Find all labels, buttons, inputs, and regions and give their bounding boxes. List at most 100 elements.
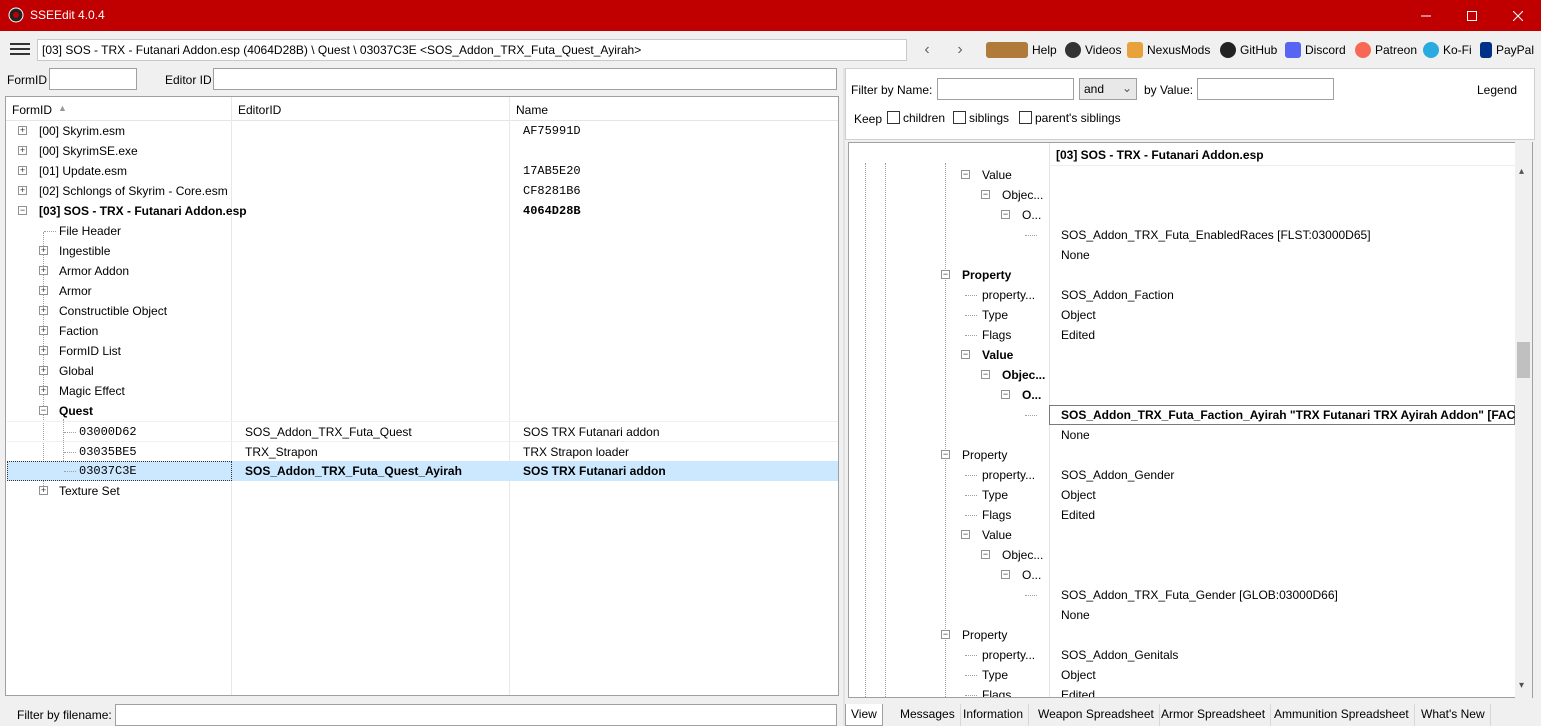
field-row[interactable]: Type Object	[849, 305, 1517, 325]
scroll-up-icon[interactable]: ▴	[1519, 166, 1524, 177]
collapse-icon[interactable]: −	[981, 550, 990, 559]
tab-view[interactable]: View	[845, 704, 883, 726]
field-row[interactable]: Flags Edited	[849, 505, 1517, 525]
operator-select[interactable]: and ⌄	[1079, 78, 1137, 100]
expand-icon[interactable]: +	[39, 246, 48, 255]
field-row[interactable]: − O...	[849, 205, 1517, 225]
parents-siblings-checkbox[interactable]: parent's siblings	[1019, 111, 1121, 125]
collapse-icon[interactable]: −	[941, 630, 950, 639]
field-row[interactable]: − Objec...	[849, 185, 1517, 205]
field-row[interactable]: − Objec...	[849, 545, 1517, 565]
column-name[interactable]: Name	[516, 103, 548, 117]
tree-row[interactable]: − [03] SOS - TRX - Futanari Addon.esp 4064…	[7, 201, 838, 221]
field-row[interactable]: − Property	[849, 265, 1517, 285]
tab-information[interactable]: Information	[958, 704, 1030, 726]
field-row[interactable]: Type Object	[849, 485, 1517, 505]
tab-weapon-spreadsheet[interactable]: Weapon Spreadsheet	[1033, 704, 1160, 726]
record-view-tree[interactable]: [03] SOS - TRX - Futanari Addon.esp − Val…	[848, 142, 1533, 698]
tree-row[interactable]: + Magic Effect	[7, 381, 838, 401]
tree-row[interactable]: + Texture Set	[7, 481, 838, 501]
tree-row[interactable]: + Armor	[7, 281, 838, 301]
field-row[interactable]: property... SOS_Addon_Genitals	[849, 645, 1517, 665]
field-row[interactable]: SOS_Addon_TRX_Futa_Gender [GLOB:03000D66…	[849, 585, 1517, 605]
field-row[interactable]: None	[849, 425, 1517, 445]
collapse-icon[interactable]: −	[1001, 570, 1010, 579]
expand-icon[interactable]: +	[39, 306, 48, 315]
tree-row[interactable]: + [00] Skyrim.esm AF75991D	[7, 121, 838, 141]
siblings-checkbox[interactable]: siblings	[953, 111, 1009, 125]
vertical-scrollbar[interactable]: ▴ ▾	[1515, 142, 1532, 698]
field-row[interactable]: − Objec...	[849, 365, 1517, 385]
forward-arrow-icon[interactable]: ›	[951, 41, 969, 59]
scrollbar-thumb[interactable]	[1517, 342, 1530, 378]
paypal-link[interactable]: PayPal	[1480, 40, 1534, 60]
tree-row[interactable]: 03000D62 SOS_Addon_TRX_Futa_Quest SOS TRX …	[7, 421, 838, 441]
expand-icon[interactable]: +	[18, 126, 27, 135]
collapse-icon[interactable]: −	[1001, 210, 1010, 219]
back-arrow-icon[interactable]: ‹	[918, 41, 936, 59]
kofi-link[interactable]: Ko-Fi	[1423, 40, 1472, 60]
column-formid[interactable]: FormID	[12, 103, 52, 117]
hamburger-menu-icon[interactable]	[10, 43, 30, 57]
collapse-icon[interactable]: −	[961, 530, 970, 539]
scroll-down-icon[interactable]: ▾	[1519, 680, 1524, 691]
collapse-icon[interactable]: −	[941, 270, 950, 279]
field-row[interactable]: property... SOS_Addon_Faction	[849, 285, 1517, 305]
legend-button[interactable]: Legend	[1477, 83, 1517, 97]
expand-icon[interactable]: +	[18, 146, 27, 155]
column-editorid[interactable]: EditorID	[238, 103, 281, 117]
field-row[interactable]: None	[849, 245, 1517, 265]
expand-icon[interactable]: +	[18, 166, 27, 175]
collapse-icon[interactable]: −	[18, 206, 27, 215]
expand-icon[interactable]: +	[39, 386, 48, 395]
field-row[interactable]: Type Object	[849, 665, 1517, 685]
expand-icon[interactable]: +	[18, 186, 27, 195]
tree-row[interactable]: + Global	[7, 361, 838, 381]
collapse-icon[interactable]: −	[941, 450, 950, 459]
tab-messages[interactable]: Messages	[895, 704, 961, 726]
field-row[interactable]: − O...	[849, 565, 1517, 585]
patreon-link[interactable]: Patreon	[1355, 40, 1417, 60]
field-row-selected[interactable]: SOS_Addon_TRX_Futa_Faction_Ayirah "TRX F…	[849, 405, 1532, 425]
by-value-input[interactable]	[1197, 78, 1334, 100]
filter-name-input[interactable]	[937, 78, 1074, 100]
tree-row[interactable]: + Faction	[7, 321, 838, 341]
videos-link[interactable]: Videos	[1065, 40, 1121, 60]
tree-row[interactable]: − Quest	[7, 401, 838, 421]
tree-row[interactable]: + Ingestible	[7, 241, 838, 261]
record-path-field[interactable]: [03] SOS - TRX - Futanari Addon.esp (406…	[37, 39, 907, 61]
field-row[interactable]: Flags Edited	[849, 325, 1517, 345]
tree-row[interactable]: + Constructible Object	[7, 301, 838, 321]
maximize-button[interactable]	[1449, 0, 1495, 31]
discord-link[interactable]: Discord	[1285, 40, 1346, 60]
field-row[interactable]: Flags Edited	[849, 685, 1517, 697]
filter-filename-input[interactable]	[115, 704, 837, 726]
field-row[interactable]: − O...	[849, 385, 1517, 405]
collapse-icon[interactable]: −	[981, 190, 990, 199]
tree-row[interactable]: + [01] Update.esm 17AB5E20	[7, 161, 838, 181]
field-row[interactable]: − Value	[849, 525, 1517, 545]
expand-icon[interactable]: +	[39, 346, 48, 355]
tab-ammunition-spreadsheet[interactable]: Ammunition Spreadsheet	[1269, 704, 1415, 726]
tree-row[interactable]: + FormID List	[7, 341, 838, 361]
field-row[interactable]: − Value	[849, 165, 1517, 185]
nexusmods-link[interactable]: NexusMods	[1127, 40, 1210, 60]
field-row[interactable]: − Property	[849, 625, 1517, 645]
tab-armor-spreadsheet[interactable]: Armor Spreadsheet	[1156, 704, 1272, 726]
field-row[interactable]: − Value	[849, 345, 1517, 365]
expand-icon[interactable]: +	[39, 286, 48, 295]
record-tree[interactable]: FormID ▲ EditorID Name + [00] Skyrim.esm A…	[5, 96, 839, 696]
tab-whats-new[interactable]: What's New	[1416, 704, 1491, 726]
field-row[interactable]: property... SOS_Addon_Gender	[849, 465, 1517, 485]
tree-row[interactable]: + [02] Schlongs of Skyrim - Core.esm CF828…	[7, 181, 838, 201]
collapse-icon[interactable]: −	[961, 170, 970, 179]
tree-row[interactable]: + Armor Addon	[7, 261, 838, 281]
formid-input[interactable]	[49, 68, 137, 90]
collapse-icon[interactable]: −	[981, 370, 990, 379]
expand-icon[interactable]: +	[39, 326, 48, 335]
tree-row[interactable]: File Header	[7, 221, 838, 241]
expand-icon[interactable]: +	[39, 366, 48, 375]
field-row[interactable]: − Property	[849, 445, 1517, 465]
collapse-icon[interactable]: −	[39, 406, 48, 415]
close-button[interactable]	[1495, 0, 1541, 31]
